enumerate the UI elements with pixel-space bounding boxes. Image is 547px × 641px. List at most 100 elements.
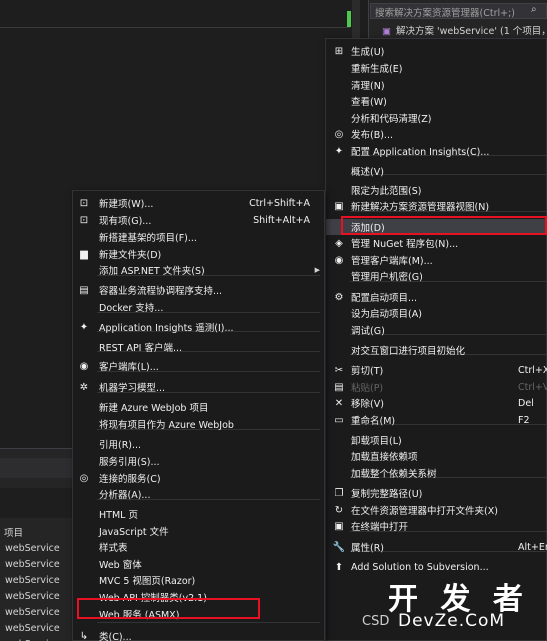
add-submenu-item[interactable]: ⊡ 新建项(W)... Ctrl+Shift+A — [73, 195, 324, 211]
context-menu-item-label: 管理用户机密(G) — [351, 272, 423, 283]
add-submenu-item-label: Web 窗体 — [99, 560, 142, 571]
context-menu-item[interactable]: 管理用户机密(G) — [326, 268, 546, 284]
add-submenu-item[interactable]: JavaScript 文件 — [73, 523, 324, 539]
context-menu-item[interactable]: 限定为此范围(S) — [326, 182, 546, 198]
add-submenu-item[interactable]: MVC 5 视图页(Razor) — [73, 572, 324, 588]
context-menu-item[interactable]: 🔧 属性(R) Alt+Enter — [326, 539, 547, 555]
solution-explorer-search-input[interactable]: 搜索解决方案资源管理器(Ctrl+;) — [370, 3, 547, 19]
submenu-arrow-icon: ▶ — [314, 266, 320, 274]
add-submenu-item-label: 连接的服务(C) — [99, 474, 161, 485]
add-submenu-item[interactable]: Web 窗体 — [73, 556, 324, 572]
context-menu-item[interactable]: 调试(G) — [326, 322, 546, 338]
context-menu-item[interactable]: 清理(N) — [326, 77, 546, 93]
context-menu-item-label: 在文件资源管理器中打开文件夹(X) — [351, 506, 498, 517]
context-menu-item-label: 分析和代码清理(Z) — [351, 114, 432, 125]
add-submenu-item[interactable]: 样式表 — [73, 539, 324, 555]
context-menu-item-label: 清理(N) — [351, 81, 385, 92]
build-icon: ⊞ — [334, 45, 344, 57]
context-menu-item[interactable]: ❐ 复制完整路径(U) — [326, 485, 546, 501]
add-submenu-item[interactable]: REST API 客户端... — [73, 339, 324, 355]
add-submenu-item-label: 新建文件夹(D) — [99, 250, 162, 261]
context-menu-item[interactable]: 分析和代码清理(Z) — [326, 110, 546, 126]
add-submenu-item[interactable]: 新搭建基架的项目(F)... — [73, 229, 324, 245]
context-menu-item[interactable]: 重新生成(E) — [326, 60, 546, 76]
context-menu-item[interactable]: ⚙ 配置启动项目... — [326, 289, 546, 305]
context-menu-item[interactable]: 加载整个依赖关系树 — [326, 465, 546, 481]
context-menu-item-label: 调试(G) — [351, 326, 385, 337]
class-icon: ↳ — [79, 630, 89, 641]
table-row[interactable]: webService — [5, 623, 60, 634]
context-menu-item[interactable]: ◉ 管理客户端库(M)... — [326, 252, 546, 268]
context-menu-item[interactable]: ⊞ 生成(U) — [326, 43, 546, 59]
context-menu-item[interactable]: 设为启动项目(A) — [326, 305, 546, 321]
table-row[interactable]: webService — [5, 543, 60, 554]
context-menu-item[interactable]: 查看(W) — [326, 93, 546, 109]
existing-item-icon: ⊡ — [79, 214, 89, 226]
add-submenu-item[interactable]: ▆ 新建文件夹(D) — [73, 246, 324, 262]
context-menu-item-label: 重新生成(E) — [351, 64, 403, 75]
add-submenu-item[interactable]: ◉ 客户端库(L)... — [73, 358, 324, 374]
add-submenu-item-shortcut: Ctrl+Shift+A — [249, 197, 310, 209]
new-view-icon: ▣ — [334, 200, 344, 212]
add-submenu-item[interactable]: 服务引用(S)... — [73, 453, 324, 469]
add-submenu-item-label: JavaScript 文件 — [99, 527, 169, 538]
add-submenu-item-shortcut: Shift+Alt+A — [253, 214, 310, 226]
add-submenu-item[interactable]: HTML 页 — [73, 506, 324, 522]
context-menu-item[interactable]: ▭ 重命名(M) F2 — [326, 412, 546, 428]
context-menu-item-label: 限定为此范围(S) — [351, 186, 422, 197]
add-submenu-item-label: 现有项(G)... — [99, 216, 152, 227]
context-menu-item-label: 复制完整路径(U) — [351, 489, 423, 500]
publish-icon: ◎ — [334, 128, 344, 140]
context-menu-item-label: 管理客户端库(M)... — [351, 256, 433, 267]
insights-icon: ✦ — [334, 145, 344, 157]
add-submenu-item-label: 新搭建基架的项目(F)... — [99, 233, 197, 244]
context-menu-item[interactable]: ↻ 在文件资源管理器中打开文件夹(X) — [326, 502, 546, 518]
add-submenu-item[interactable]: ▤ 容器业务流程协调程序支持... — [73, 282, 324, 298]
context-menu-item[interactable]: ▣ 在终端中打开 — [326, 518, 546, 534]
add-submenu-item[interactable]: ↳ 类(C)... — [73, 628, 324, 641]
insights-icon: ✦ — [79, 321, 89, 333]
add-submenu-item[interactable]: ✲ 机器学习模型... — [73, 379, 324, 395]
table-row[interactable]: webService — [5, 591, 60, 602]
solution-node[interactable]: ▣ 解决方案 'webService' (1 个项目，共 — [382, 23, 547, 37]
context-menu-item[interactable]: ✂ 剪切(T) Ctrl+X — [326, 362, 547, 378]
table-row[interactable]: webService — [5, 607, 60, 618]
change-marker — [347, 11, 351, 27]
add-submenu-item-label: 将现有项目作为 Azure WebJob — [99, 420, 234, 431]
add-submenu-item[interactable]: 将现有项目作为 Azure WebJob — [73, 416, 324, 432]
add-submenu-item[interactable]: 新建 Azure WebJob 项目 — [73, 399, 324, 415]
add-submenu-item[interactable]: 引用(R)... — [73, 436, 324, 452]
context-menu-item[interactable]: 卸载项目(L) — [326, 432, 546, 448]
context-menu-item-label: 发布(B)... — [351, 130, 393, 141]
table-row[interactable]: webService — [5, 559, 60, 570]
add-submenu-item[interactable]: ⊡ 现有项(G)... Shift+Alt+A — [73, 212, 324, 228]
context-menu-item[interactable]: 加载直接依赖项 — [326, 448, 546, 464]
add-submenu-item[interactable]: Docker 支持... — [73, 299, 324, 315]
column-header-project[interactable]: 项目 — [4, 525, 23, 539]
add-submenu-item-label: HTML 页 — [99, 510, 138, 521]
context-menu-item[interactable]: 对交互窗口进行项目初始化 — [326, 342, 546, 358]
add-submenu-item[interactable]: 分析器(A)... — [73, 486, 324, 502]
context-menu-item[interactable]: 概述(V) — [326, 163, 546, 179]
context-menu-item-label: 新建解决方案资源管理器视图(N) — [351, 202, 490, 213]
context-menu-item-label: 移除(V) — [351, 399, 384, 410]
add-submenu-item-label: MVC 5 视图页(Razor) — [99, 576, 196, 587]
context-menu-item[interactable]: ▣ 新建解决方案资源管理器视图(N) — [326, 198, 546, 214]
context-menu-item-label: 生成(U) — [351, 47, 385, 58]
table-row[interactable]: webService — [5, 575, 60, 586]
context-menu-item[interactable]: ⬆ Add Solution to Subversion... — [326, 559, 546, 575]
context-menu-item[interactable]: ◈ 管理 NuGet 程序包(N)... — [326, 235, 546, 251]
gear-icon: ⚙ — [334, 291, 344, 303]
add-submenu-item-label: 客户端库(L)... — [99, 362, 159, 373]
add-submenu-item[interactable]: ◎ 连接的服务(C) — [73, 470, 324, 486]
context-menu-item-label: 管理 NuGet 程序包(N)... — [351, 239, 459, 250]
context-menu-item[interactable]: ▤ 粘贴(P) Ctrl+V — [326, 379, 547, 395]
context-menu-item[interactable]: ◎ 发布(B)... — [326, 126, 546, 142]
add-submenu-item[interactable]: 添加 ASP.NET 文件夹(S) ▶ — [73, 262, 324, 278]
context-menu-item[interactable]: ✦ 配置 Application Insights(C)... — [326, 143, 546, 159]
search-icon[interactable]: ⌕ — [531, 4, 537, 15]
add-submenu-item-label: 引用(R)... — [99, 440, 142, 451]
add-submenu-item[interactable]: ✦ Application Insights 遥测(I)... — [73, 319, 324, 335]
context-menu-item[interactable]: ✕ 移除(V) Del — [326, 395, 546, 411]
context-menu-item-label: 重命名(M) — [351, 416, 396, 427]
